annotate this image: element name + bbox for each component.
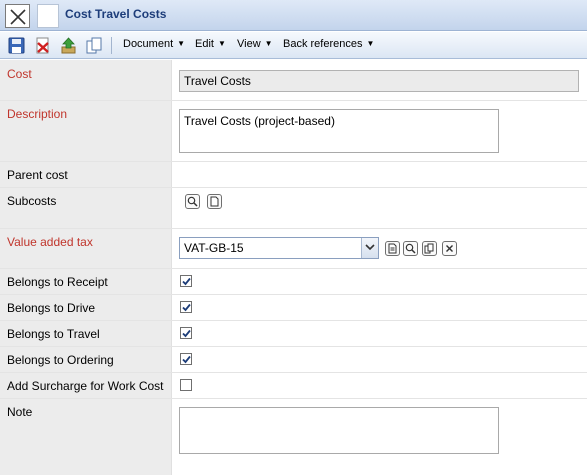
row-divider bbox=[0, 398, 587, 399]
row-divider bbox=[0, 372, 587, 373]
vat-dropdown-button[interactable] bbox=[361, 238, 378, 258]
new-document-icon bbox=[210, 196, 219, 207]
window-title: Cost Travel Costs bbox=[65, 7, 167, 21]
checkmark-icon bbox=[182, 277, 191, 286]
belongs-travel-label: Belongs to Travel bbox=[7, 327, 100, 341]
cost-field: Travel Costs bbox=[179, 70, 579, 92]
menu-document[interactable]: Document ▼ bbox=[123, 38, 185, 50]
cost-form: Cost Travel Costs Description Travel Cos… bbox=[0, 60, 587, 475]
menu-back-references-label: Back references bbox=[283, 38, 363, 50]
row-divider bbox=[0, 294, 587, 295]
chevron-down-icon: ▼ bbox=[177, 39, 186, 48]
document-icon bbox=[37, 4, 59, 28]
row-divider bbox=[0, 187, 587, 188]
upload-icon[interactable] bbox=[60, 37, 77, 54]
description-label: Description bbox=[7, 107, 68, 121]
vat-select[interactable]: VAT-GB-15 bbox=[179, 237, 379, 259]
row-divider bbox=[0, 320, 587, 321]
menu-document-label: Document bbox=[123, 38, 174, 50]
cost-label: Cost bbox=[7, 67, 32, 81]
chevron-down-icon: ▼ bbox=[366, 39, 375, 48]
belongs-ordering-checkbox[interactable] bbox=[180, 353, 192, 365]
row-divider bbox=[0, 346, 587, 347]
checkmark-icon bbox=[182, 303, 191, 312]
parent-cost-label: Parent cost bbox=[7, 168, 68, 182]
belongs-ordering-label: Belongs to Ordering bbox=[7, 353, 114, 367]
description-field[interactable]: Travel Costs (project-based) bbox=[179, 109, 499, 153]
toolbar: Document ▼ Edit ▼ View ▼ Back references ▼ bbox=[0, 32, 587, 59]
subcosts-new-button[interactable] bbox=[207, 194, 222, 209]
menu-view-label: View bbox=[237, 38, 261, 50]
title-bar: Cost Travel Costs bbox=[0, 0, 587, 31]
surcharge-checkbox[interactable] bbox=[180, 379, 192, 391]
checkmark-icon bbox=[182, 329, 191, 338]
chevron-down-icon bbox=[365, 244, 375, 251]
copy-icon[interactable] bbox=[86, 37, 103, 54]
search-icon bbox=[405, 243, 416, 254]
chevron-down-icon: ▼ bbox=[217, 39, 226, 48]
menu-edit-label: Edit bbox=[195, 38, 214, 50]
delete-icon[interactable] bbox=[34, 37, 51, 54]
search-icon bbox=[187, 196, 198, 207]
row-divider bbox=[0, 268, 587, 269]
checkmark-icon bbox=[182, 355, 191, 364]
belongs-drive-checkbox[interactable] bbox=[180, 301, 192, 313]
vat-search-button[interactable] bbox=[403, 241, 418, 256]
vat-clear-button[interactable] bbox=[442, 241, 457, 256]
row-divider bbox=[0, 161, 587, 162]
vat-select-value: VAT-GB-15 bbox=[184, 241, 244, 255]
close-icon bbox=[446, 245, 453, 252]
belongs-receipt-checkbox[interactable] bbox=[180, 275, 192, 287]
vat-label: Value added tax bbox=[7, 235, 93, 249]
surcharge-label: Add Surcharge for Work Cost bbox=[7, 379, 164, 393]
chevron-down-icon: ▼ bbox=[264, 39, 273, 48]
belongs-travel-checkbox[interactable] bbox=[180, 327, 192, 339]
save-icon[interactable] bbox=[8, 37, 25, 54]
belongs-receipt-label: Belongs to Receipt bbox=[7, 275, 108, 289]
subcosts-label: Subcosts bbox=[7, 194, 57, 208]
vat-copy-button[interactable] bbox=[422, 241, 437, 256]
copy-icon bbox=[424, 243, 434, 254]
row-divider bbox=[0, 100, 587, 101]
vat-edit-button[interactable] bbox=[385, 241, 400, 256]
close-button[interactable] bbox=[5, 4, 30, 28]
close-icon bbox=[10, 9, 26, 25]
document-icon bbox=[388, 243, 397, 254]
menu-back-references[interactable]: Back references ▼ bbox=[283, 38, 374, 50]
menu-edit[interactable]: Edit ▼ bbox=[195, 38, 226, 50]
menu-view[interactable]: View ▼ bbox=[237, 38, 273, 50]
toolbar-separator bbox=[111, 37, 112, 54]
note-label: Note bbox=[7, 405, 33, 419]
row-divider bbox=[0, 228, 587, 229]
belongs-drive-label: Belongs to Drive bbox=[7, 301, 96, 315]
subcosts-search-button[interactable] bbox=[185, 194, 200, 209]
note-field[interactable] bbox=[179, 407, 499, 454]
